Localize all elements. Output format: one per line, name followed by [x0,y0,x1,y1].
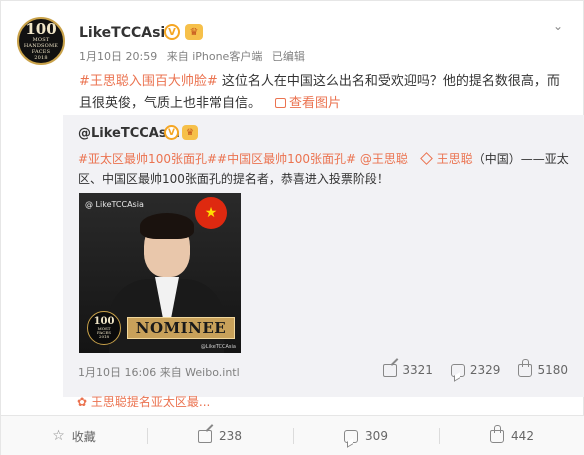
related-topic-label: 王思聪提名亚太区最... [90,395,211,409]
like-icon [490,424,505,443]
like-icon [518,358,533,377]
share-icon [383,363,398,377]
post-source: 来自 iPhone客户端 [166,50,263,63]
chevron-down-icon[interactable]: ⌄ [553,19,567,33]
related-topic[interactable]: ✿ 王思聪提名亚太区最... [63,391,584,413]
nominee-photo[interactable]: @ LikeTCCAsia ★ 100 MOST FACES 2018 NOMI… [79,193,241,353]
comment-icon [450,363,465,377]
repost-box: @LikeTCCAsia V ♛ #亚太区最帅100张面孔##中国区最帅100张… [63,115,584,397]
verified-icon: V [164,24,180,40]
weibo-card: 100 MOST HANDSOME FACES 2018 LikeTCCAsia… [0,0,584,455]
repost-share-count[interactable]: 3321 [383,363,433,377]
share-icon [198,429,213,443]
like-count: 442 [511,429,534,443]
share-count: 238 [219,429,242,443]
repost-comment-count[interactable]: 2329 [450,363,500,377]
post-meta: 1月10日 20:59 来自 iPhone客户端 已编辑 [79,48,311,64]
edited-label[interactable]: 已编辑 [272,50,305,63]
post-text: #王思聪入围百大帅脸# 这位名人在中国这么出名和受欢迎吗？他的提名数很高，而且很… [79,71,569,115]
topic-link[interactable]: #亚太区最帅100张面孔##中国区最帅100张面孔# [78,152,356,166]
crown-icon: ♛ [185,24,203,40]
crown-icon: ♛ [182,125,198,140]
action-bar: ☆ 收藏 238 309 442 [1,415,584,455]
avatar-line: HANDSOME [23,42,59,49]
flower-icon: ✿ [77,395,88,409]
china-flag-icon: ★ [195,197,227,229]
comment-button[interactable]: 309 [293,416,439,455]
avatar[interactable]: 100 MOST HANDSOME FACES 2018 [17,17,65,65]
verified-icon: V [164,125,179,140]
mention-link[interactable]: @王思聪 [356,152,412,166]
diamond-icon [419,152,433,165]
repost-like-count[interactable]: 5180 [518,358,568,377]
topic-link[interactable]: #王思聪入围百大帅脸# [79,74,218,89]
nominee-banner: NOMINEE [127,317,235,339]
see-picture-link[interactable]: 查看图片 [275,96,341,111]
comment-icon [344,429,359,443]
repost-stats: 3321 2329 5180 [383,358,568,377]
favorite-label: 收藏 [71,429,96,444]
photo-credit: @LikeTCCAsia [200,344,236,350]
author-name[interactable]: LikeTCCAsia [79,25,175,41]
award-logo: 100 MOST FACES 2018 [87,311,121,345]
avatar-line: 2018 [34,54,48,61]
avatar-number: 100 [25,19,57,38]
post-date[interactable]: 1月10日 20:59 [79,50,157,63]
comment-count: 309 [365,429,388,443]
favorite-button[interactable]: ☆ 收藏 [1,416,147,455]
repost-meta[interactable]: 1月10日 16:06 来自 Weibo.intl [78,364,240,380]
picture-icon [275,98,287,108]
share-button[interactable]: 238 [147,416,293,455]
avatar-line: FACES [31,48,51,55]
person-hair [140,213,194,239]
like-button[interactable]: 442 [439,416,584,455]
see-picture-label: 查看图片 [289,96,342,111]
star-icon: ☆ [52,428,65,444]
photo-watermark: @ LikeTCCAsia [85,200,144,209]
mention-link[interactable]: 王思聪 [437,152,473,166]
repost-text: #亚太区最帅100张面孔##中国区最帅100张面孔# @王思聪 王思聪（中国）—… [78,149,573,189]
avatar-line: MOST [32,36,50,43]
